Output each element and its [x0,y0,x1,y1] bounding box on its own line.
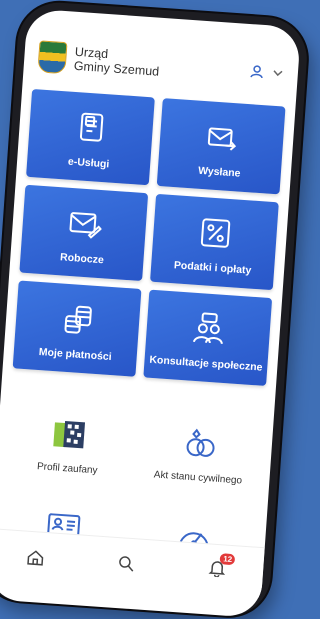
municipality-title: Urząd Gminy Szemud [73,45,160,79]
coins-icon [64,305,92,334]
tile-label: Podatki i opłaty [173,259,252,277]
tile-wyslane[interactable]: Wysłane [156,98,286,195]
phone-mockup: Urząd Gminy Szemud e-Usługi Wysłane Robo… [0,0,310,619]
extra-services: Profil zaufany Akt stanu cywilnego [4,398,264,504]
percent-icon [200,218,230,248]
tile-label: Moje płatności [38,346,113,364]
tile-robocze[interactable]: Robocze [19,184,149,282]
item-akt-stanu-cywilnego[interactable]: Akt stanu cywilnego [135,407,264,503]
tile-label: Robocze [59,251,105,267]
item-profil-zaufany[interactable]: Profil zaufany [4,398,133,494]
tile-e-uslugi[interactable]: e-Usługi [26,88,155,186]
home-icon[interactable] [26,548,45,567]
item-label: Akt stanu cywilnego [153,468,243,487]
chevron-down-icon [273,70,283,77]
tile-label: e-Usługi [67,155,110,171]
item-label: Profil zaufany [36,460,98,476]
app-header: Urząd Gminy Szemud [23,30,300,99]
sent-mail-icon [207,127,236,151]
tile-label: Konsultacje społeczne [149,353,263,374]
app-screen: Urząd Gminy Szemud e-Usługi Wysłane Robo… [0,8,302,619]
tile-label: Wysłane [197,164,241,180]
notifications-button[interactable]: 12 [208,552,236,582]
tile-podatki-i-oplaty[interactable]: Podatki i opłaty [150,193,279,291]
rings-icon [186,428,215,457]
notification-badge: 12 [219,552,236,565]
tile-moje-platnosci[interactable]: Moje płatności [12,280,142,377]
trusted-profile-icon [52,420,85,448]
document-icon [79,112,103,142]
tile-konsultacje-spoleczne[interactable]: Konsultacje społeczne [143,289,273,386]
account-menu[interactable] [249,64,284,80]
user-icon [250,65,263,79]
people-chat-icon [192,312,223,345]
coat-of-arms-logo [37,40,68,75]
search-icon[interactable] [117,554,136,573]
services-grid: e-Usługi Wysłane Robocze Podatki i opłat… [12,88,286,386]
draft-mail-icon [68,212,102,239]
